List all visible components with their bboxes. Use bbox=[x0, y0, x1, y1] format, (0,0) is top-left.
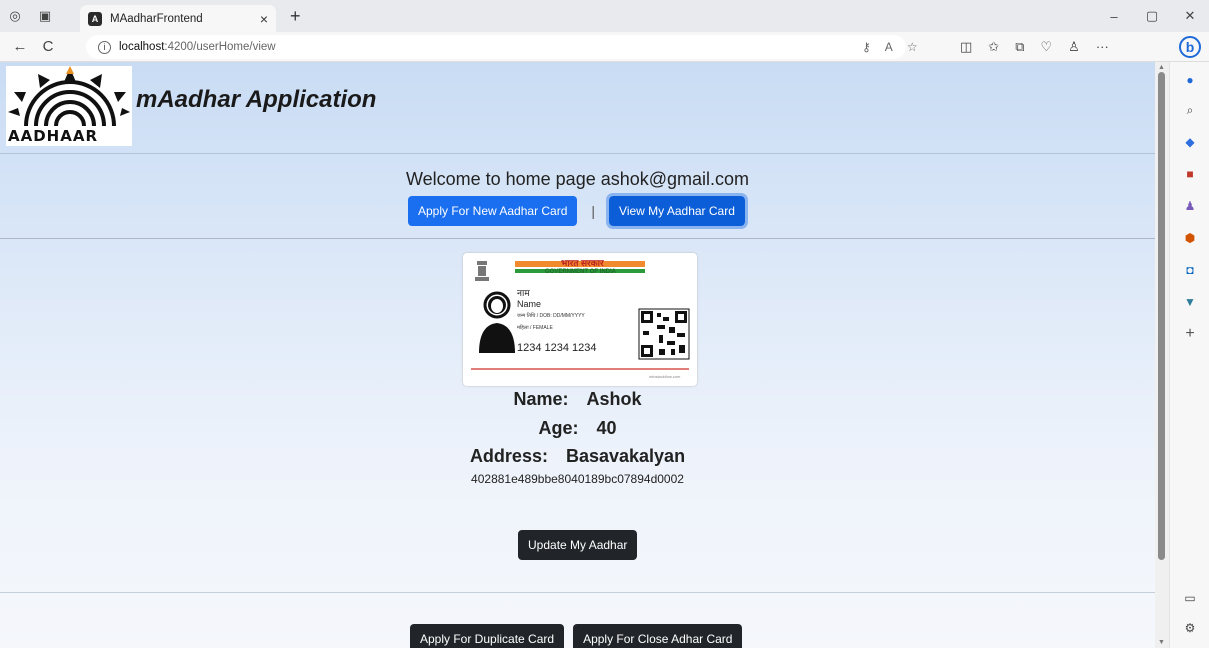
scrollbar-thumb[interactable] bbox=[1158, 72, 1165, 560]
close-tab-icon[interactable]: × bbox=[260, 11, 268, 27]
outlook-icon[interactable]: ◘ bbox=[1182, 262, 1198, 278]
edge-sidebar: ● ⌕ ◆ ■ ♟ ⬢ ◘ ▼ + ▭ ⚙ bbox=[1169, 62, 1209, 648]
card-dob-line: जन्म तिथि / DOB: DD/MM/YYYY bbox=[517, 313, 585, 319]
app-header: AADHAAR mAadhar Application bbox=[0, 62, 1155, 154]
briefcase-icon[interactable]: ■ bbox=[1182, 166, 1198, 182]
add-icon[interactable]: + bbox=[1182, 325, 1198, 342]
aadhaar-fingerprint-icon bbox=[8, 66, 130, 127]
refresh-button[interactable]: C bbox=[34, 38, 62, 55]
page-viewport: AADHAAR mAadhar Application Welcome to h… bbox=[0, 62, 1155, 648]
bell-icon[interactable]: ● bbox=[1182, 72, 1198, 88]
card-footer: infostackflow.com bbox=[649, 374, 681, 379]
drop-icon[interactable]: ▼ bbox=[1182, 294, 1198, 310]
section-divider bbox=[0, 592, 1155, 593]
toolbar-icons: ◫ ✩ ⧉ ♡ ♙ ··· bbox=[960, 39, 1109, 55]
card-gender-line: महिला / FEMALE bbox=[517, 325, 553, 331]
welcome-heading: Welcome to home page ashok@gmail.com bbox=[405, 169, 750, 189]
aadhar-id: 402881e489bbe8040189bc07894d0002 bbox=[471, 472, 684, 486]
window-controls: – ▢ ✕ bbox=[1095, 0, 1209, 32]
aadhar-card-image: भारत सरकार GOVERNMENT OF INDIA नाम Name … bbox=[463, 253, 697, 386]
address-bar[interactable]: i localhost:4200/userHome/view bbox=[86, 35, 906, 59]
close-window-button[interactable]: ✕ bbox=[1171, 0, 1209, 32]
address-actions: ⚷ A ☆ bbox=[862, 40, 918, 54]
button-separator: | bbox=[591, 203, 596, 219]
action-button-row: Apply For New Aadhar Card | View My Aadh… bbox=[408, 193, 748, 229]
collections-icon[interactable]: ⧉ bbox=[1015, 39, 1024, 55]
age-value: 40 bbox=[596, 418, 617, 438]
bing-copilot-icon[interactable]: b bbox=[1179, 36, 1201, 58]
qr-code-icon bbox=[638, 308, 690, 360]
tab-actions-icon[interactable]: ▣ bbox=[30, 0, 60, 32]
address-label: Address: bbox=[469, 446, 548, 466]
age-label: Age: bbox=[538, 418, 579, 438]
apply-duplicate-card-button[interactable]: Apply For Duplicate Card bbox=[410, 624, 565, 648]
scroll-up-icon[interactable]: ▲ bbox=[1158, 64, 1165, 71]
page-scrollbar[interactable]: ▲ ▼ bbox=[1155, 62, 1169, 648]
back-button[interactable]: ← bbox=[6, 38, 34, 55]
url-path: :4200/userHome/view bbox=[164, 41, 276, 53]
extensions-icon[interactable]: ♡ bbox=[1041, 39, 1053, 55]
name-label: Name: bbox=[513, 389, 569, 409]
office-icon[interactable]: ⬢ bbox=[1182, 230, 1198, 246]
minimize-button[interactable]: – bbox=[1095, 0, 1133, 32]
apply-close-card-button[interactable]: Apply For Close Adhar Card bbox=[573, 624, 743, 648]
maximize-button[interactable]: ▢ bbox=[1133, 0, 1171, 32]
app-title: mAadhar Application bbox=[136, 86, 377, 113]
key-icon[interactable]: ⚷ bbox=[862, 40, 871, 54]
games-icon[interactable]: ♟ bbox=[1182, 198, 1198, 214]
card-hindi-gov: भारत सरकार bbox=[561, 258, 604, 268]
split-screen-icon[interactable]: ▭ bbox=[1182, 590, 1198, 606]
angular-favicon-icon: A bbox=[88, 11, 102, 26]
favorite-star-icon[interactable]: ☆ bbox=[907, 40, 918, 54]
name-row: Name: Ashok bbox=[0, 389, 1155, 410]
browser-tab[interactable]: A MAadharFrontend × bbox=[80, 5, 276, 32]
card-hindi-name: नाम bbox=[517, 288, 530, 298]
card-name-placeholder: Name bbox=[517, 299, 542, 309]
address-row: Address: Basavakalyan bbox=[0, 446, 1155, 467]
name-value: Ashok bbox=[586, 389, 642, 409]
card-number: 1234 1234 1234 bbox=[517, 342, 597, 354]
more-menu-icon[interactable]: ··· bbox=[1096, 39, 1109, 55]
tab-title: MAadharFrontend bbox=[110, 12, 203, 25]
split-view-icon[interactable]: ◫ bbox=[960, 39, 972, 55]
workspaces-icon[interactable]: ◎ bbox=[0, 0, 30, 32]
scroll-down-icon[interactable]: ▼ bbox=[1158, 639, 1165, 646]
logo-wordmark: AADHAAR bbox=[8, 127, 98, 145]
person-silhouette-icon bbox=[479, 291, 515, 353]
profile-icon[interactable]: ♙ bbox=[1068, 39, 1080, 55]
update-aadhar-button[interactable]: Update My Aadhar bbox=[518, 530, 638, 560]
favorites-icon[interactable]: ✩ bbox=[988, 39, 999, 55]
url-host: localhost bbox=[119, 41, 165, 53]
welcome-section: Welcome to home page ashok@gmail.com App… bbox=[0, 155, 1155, 239]
tag-icon[interactable]: ◆ bbox=[1182, 134, 1198, 150]
aadhaar-logo: AADHAAR bbox=[6, 66, 132, 146]
age-row: Age: 40 bbox=[0, 418, 1155, 439]
card-gov-label: GOVERNMENT OF INDIA bbox=[545, 269, 617, 275]
new-tab-button[interactable]: + bbox=[290, 6, 301, 27]
view-aadhar-button[interactable]: View My Aadhar Card bbox=[606, 193, 748, 229]
site-info-icon[interactable]: i bbox=[98, 40, 111, 54]
address-value: Basavakalyan bbox=[565, 446, 686, 466]
search-icon[interactable]: ⌕ bbox=[1182, 102, 1198, 118]
read-aloud-icon[interactable]: A bbox=[885, 40, 893, 54]
settings-icon[interactable]: ⚙ bbox=[1182, 620, 1198, 636]
emblem-icon bbox=[475, 261, 489, 281]
apply-new-aadhar-button[interactable]: Apply For New Aadhar Card bbox=[408, 196, 578, 226]
bottom-button-row: Apply For Duplicate Card Apply For Close… bbox=[410, 624, 743, 648]
browser-toolbar: ← C i localhost:4200/userHome/view ⚷ A ☆… bbox=[0, 32, 1209, 62]
